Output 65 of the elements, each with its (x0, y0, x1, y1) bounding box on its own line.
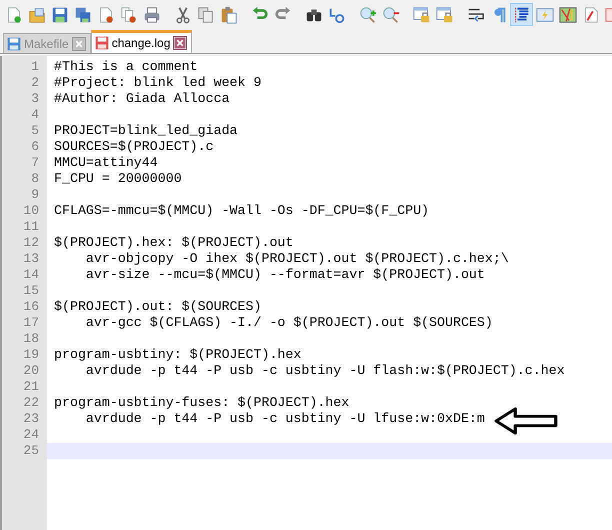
line-number: 10 (22, 203, 40, 219)
code-line: program-usbtiny: $(PROJECT).hex (53, 347, 302, 363)
folder-icon (28, 6, 46, 24)
code-line: #This is a comment (53, 59, 198, 75)
line-number: 24 (22, 427, 40, 443)
code-line: $(PROJECT).out: $(SOURCES) (53, 299, 262, 315)
arrow-icon (494, 407, 560, 435)
close-files-icon (120, 6, 138, 24)
line-number: 14 (22, 267, 40, 283)
code-line: avr-gcc $(CFLAGS) -I./ -o $(PROJECT).out $(SOURCES) (84, 315, 493, 331)
window-lock-icon (412, 6, 430, 24)
code-line: avr-size --mcu=$(MMCU) --format=avr $(PROJECT).out (84, 267, 485, 283)
code-line: avrdude -p t44 -P usb -c usbtiny -U flash:w:$(PROJECT).c.hex (84, 363, 565, 379)
line-number: 16 (22, 299, 40, 315)
scissors-icon (174, 6, 192, 24)
code-line: #Project: blink led week 9 (53, 75, 262, 91)
line-number: 12 (22, 235, 40, 251)
code-line: avrdude -p t44 -P usb -c usbtiny -U lfuse:w:0xDE:m (84, 411, 485, 427)
clipboard-icon (220, 6, 238, 24)
code-line: program-usbtiny-fuses: $(PROJECT).hex (53, 395, 350, 411)
line-number: 25 (22, 443, 40, 459)
printer-icon (142, 6, 160, 24)
line-number: 4 (30, 107, 40, 123)
close-icon[interactable] (173, 36, 188, 50)
replace-icon (328, 6, 346, 24)
code-line: $(PROJECT).hex: $(PROJECT).out (53, 235, 294, 251)
line-number: 5 (30, 123, 40, 139)
line-number: 18 (22, 331, 40, 347)
indent-guide-icon (512, 6, 530, 24)
line-number: 15 (22, 283, 40, 299)
floppy-icon (50, 6, 68, 24)
window-lock-icon (436, 6, 454, 24)
code-line: SOURCES=$(PROJECT).c (53, 139, 214, 155)
code-line: MMCU=attiny44 (53, 155, 158, 171)
line-number: 7 (30, 155, 40, 171)
line-number: 8 (30, 171, 40, 187)
toolbar-button[interactable] (510, 3, 533, 26)
floppy-icon (94, 36, 109, 50)
floppies-icon (74, 6, 92, 24)
line-number: 21 (22, 379, 40, 395)
line-number: 6 (30, 139, 40, 155)
code-line: CFLAGS=-mmcu=$(MMCU) -Wall -Os -DF_CPU=$(F_CPU) (53, 203, 430, 219)
floppy-icon (7, 36, 21, 50)
line-number: 22 (22, 395, 40, 411)
code-line: PROJECT=blink_led_giada (53, 123, 238, 139)
code-line: #Author: Giada Allocca (53, 91, 230, 107)
window-bolt-icon (536, 6, 554, 24)
copy-icon (196, 6, 214, 24)
line-number: 23 (22, 411, 40, 427)
zoom-in-icon (358, 6, 376, 24)
map-icon (558, 6, 576, 24)
file-tab[interactable]: change.log (90, 30, 192, 53)
line-number: 13 (22, 251, 40, 267)
code-line: avr-objcopy -O ihex $(PROJECT).out $(PROJECT).c.hex;\ (84, 251, 509, 267)
code-line: F_CPU = 20000000 (53, 171, 182, 187)
line-number: 9 (30, 187, 40, 203)
line-number: 1 (30, 59, 40, 75)
close-icon[interactable] (72, 36, 86, 50)
zoom-out-icon (382, 6, 400, 24)
line-number: 3 (30, 91, 40, 107)
line-number: 11 (22, 219, 40, 235)
line-number: 17 (22, 315, 40, 331)
line-number: 19 (22, 347, 40, 363)
line-number: 2 (30, 75, 40, 91)
line-number: 20 (22, 363, 40, 379)
